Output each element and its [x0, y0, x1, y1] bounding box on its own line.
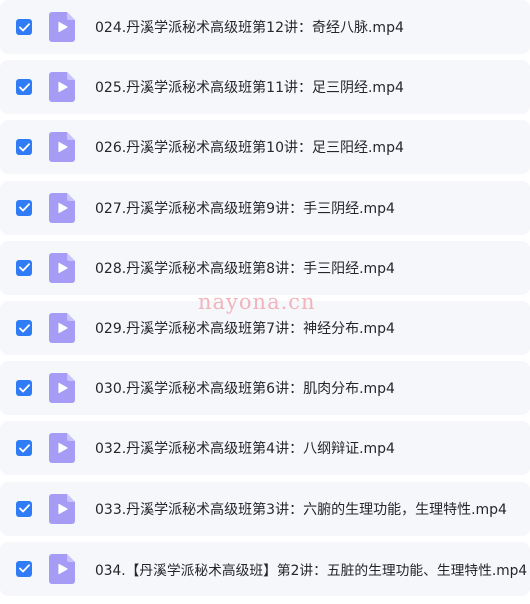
file-checkbox[interactable] [16, 500, 32, 517]
file-checkbox[interactable] [16, 139, 32, 156]
file-row[interactable]: 032.丹溪学派秘术高级班第4讲：八纲辩证.mp4 [0, 421, 530, 476]
file-name[interactable]: 034.【丹溪学派秘术高级班】第2讲：五脏的生理功能、生理特性.mp4 [95, 559, 527, 579]
check-icon [18, 203, 30, 212]
file-row[interactable]: 024.丹溪学派秘术高级班第12讲：奇经八脉.mp4 [0, 0, 530, 54]
file-row[interactable]: 025.丹溪学派秘术高级班第11讲：足三阴经.mp4 [0, 60, 530, 115]
video-file-icon [49, 373, 75, 404]
file-checkbox[interactable] [16, 320, 32, 336]
video-file-icon [49, 252, 75, 283]
file-row[interactable]: 027.丹溪学派秘术高级班第9讲：手三阴经.mp4 [0, 180, 530, 235]
video-file-icon [49, 553, 75, 584]
check-icon [18, 564, 30, 573]
file-row[interactable]: 026.丹溪学派秘术高级班第10讲：足三阳经.mp4 [0, 120, 530, 175]
check-icon [18, 444, 30, 453]
check-icon [18, 143, 30, 152]
file-name[interactable]: 030.丹溪学派秘术高级班第6讲：肌肉分布.mp4 [95, 378, 395, 398]
file-name[interactable]: 028.丹溪学派秘术高级班第8讲：手三阳经.mp4 [95, 258, 395, 278]
file-checkbox[interactable] [16, 199, 32, 216]
file-name[interactable]: 027.丹溪学派秘术高级班第9讲：手三阴经.mp4 [95, 198, 395, 218]
check-icon [18, 504, 30, 513]
file-name[interactable]: 032.丹溪学派秘术高级班第4讲：八纲辩证.mp4 [95, 438, 395, 458]
check-icon [18, 383, 30, 393]
file-list: 024.丹溪学派秘术高级班第12讲：奇经八脉.mp4 025.丹溪学派秘术高级班第… [0, 0, 530, 604]
file-row[interactable]: 034.【丹溪学派秘术高级班】第2讲：五脏的生理功能、生理特性.mp4 [0, 541, 530, 596]
file-name[interactable]: 029.丹溪学派秘术高级班第7讲：神经分布.mp4 [95, 318, 395, 338]
check-icon [18, 82, 30, 92]
video-file-icon [49, 433, 75, 464]
file-row[interactable]: 029.丹溪学派秘术高级班第7讲：神经分布.mp4 [0, 301, 530, 355]
file-row[interactable]: 033.丹溪学派秘术高级班第3讲：六腑的生理功能，生理特性.mp4 [0, 481, 530, 536]
video-file-icon [49, 72, 75, 103]
video-file-icon [49, 192, 75, 223]
file-name[interactable]: 025.丹溪学派秘术高级班第11讲：足三阴经.mp4 [95, 77, 404, 97]
video-file-icon [49, 493, 75, 524]
file-checkbox[interactable] [16, 440, 32, 457]
video-file-icon [49, 313, 75, 343]
file-name[interactable]: 026.丹溪学派秘术高级班第10讲：足三阳经.mp4 [95, 137, 404, 157]
file-checkbox[interactable] [16, 560, 32, 577]
video-file-icon [49, 12, 75, 42]
file-row[interactable]: 030.丹溪学派秘术高级班第6讲：肌肉分布.mp4 [0, 361, 530, 416]
file-name[interactable]: 033.丹溪学派秘术高级班第3讲：六腑的生理功能，生理特性.mp4 [95, 499, 507, 519]
file-checkbox[interactable] [16, 19, 32, 35]
file-name[interactable]: 024.丹溪学派秘术高级班第12讲：奇经八脉.mp4 [95, 17, 404, 37]
file-checkbox[interactable] [16, 380, 32, 397]
check-icon [18, 22, 30, 31]
check-icon [18, 323, 30, 332]
check-icon [18, 263, 30, 272]
video-file-icon [49, 132, 75, 163]
file-checkbox[interactable] [16, 259, 32, 276]
file-checkbox[interactable] [16, 79, 32, 96]
file-row[interactable]: 028.丹溪学派秘术高级班第8讲：手三阳经.mp4 [0, 240, 530, 295]
